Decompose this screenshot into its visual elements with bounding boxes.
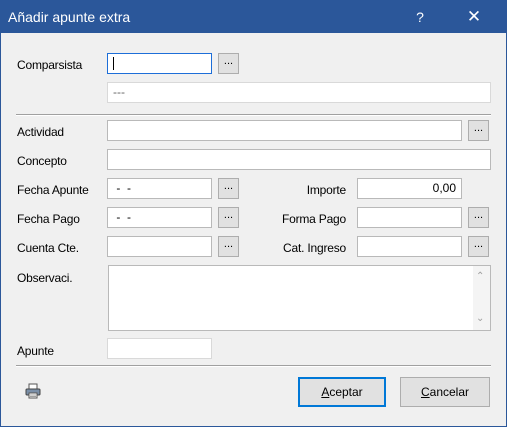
- window-title: Añadir apunte extra: [8, 9, 131, 25]
- separator-bottom: [16, 365, 491, 367]
- close-icon[interactable]: ✕: [451, 1, 497, 33]
- actividad-label: Actividad: [17, 125, 64, 139]
- importe-input[interactable]: 0,00: [357, 178, 462, 199]
- apunte-field: [107, 338, 212, 359]
- forma-pago-lookup-button[interactable]: ...: [468, 207, 489, 228]
- cuenta-cte-label: Cuenta Cte.: [17, 241, 79, 255]
- cat-ingreso-lookup-button[interactable]: ...: [468, 236, 489, 257]
- cuenta-cte-input[interactable]: [107, 236, 212, 257]
- fecha-pago-label: Fecha Pago: [17, 212, 80, 226]
- cancelar-button[interactable]: Cancelar: [400, 377, 490, 407]
- dialog-window: Añadir apunte extra ? ✕ Comparsista ... …: [0, 0, 507, 427]
- help-icon[interactable]: ?: [403, 1, 437, 33]
- comparsista-lookup-button[interactable]: ...: [218, 53, 239, 74]
- aceptar-button[interactable]: Aceptar: [298, 377, 386, 407]
- separator-top: [16, 114, 491, 116]
- fecha-apunte-label: Fecha Apunte: [17, 183, 89, 197]
- comparsista-input[interactable]: [107, 53, 212, 74]
- title-bar: Añadir apunte extra ? ✕: [1, 1, 506, 33]
- fecha-pago-calendar-button[interactable]: ...: [218, 207, 239, 228]
- importe-label: Importe: [306, 183, 346, 197]
- observaciones-scrollbar[interactable]: ⌃ ⌄: [473, 266, 490, 330]
- cat-ingreso-input[interactable]: [357, 236, 462, 257]
- concepto-input[interactable]: [107, 149, 491, 170]
- cancelar-label: ancelar: [429, 385, 470, 399]
- text-caret: [113, 57, 114, 71]
- printer-icon[interactable]: [25, 383, 41, 399]
- observaciones-label: Observaci.: [17, 271, 73, 285]
- concepto-label: Concepto: [17, 154, 67, 168]
- fecha-apunte-calendar-button[interactable]: ...: [218, 178, 239, 199]
- apunte-label: Apunte: [17, 344, 54, 358]
- cancelar-accel: C: [420, 385, 430, 399]
- fecha-apunte-input[interactable]: - -: [107, 178, 212, 199]
- fecha-pago-input[interactable]: - -: [107, 207, 212, 228]
- comparsista-name-field: ---: [107, 82, 491, 103]
- forma-pago-input[interactable]: [357, 207, 462, 228]
- cuenta-cte-lookup-button[interactable]: ...: [218, 236, 239, 257]
- scroll-down-icon[interactable]: ⌄: [476, 314, 484, 324]
- forma-pago-label: Forma Pago: [281, 212, 346, 226]
- comparsista-label: Comparsista: [17, 58, 83, 72]
- observaciones-textarea[interactable]: ⌃ ⌄: [108, 265, 491, 331]
- aceptar-label: ceptar: [329, 385, 363, 399]
- cat-ingreso-label: Cat. Ingreso: [283, 241, 346, 255]
- scroll-up-icon[interactable]: ⌃: [476, 272, 484, 282]
- actividad-input[interactable]: [107, 120, 462, 141]
- actividad-lookup-button[interactable]: ...: [468, 120, 489, 141]
